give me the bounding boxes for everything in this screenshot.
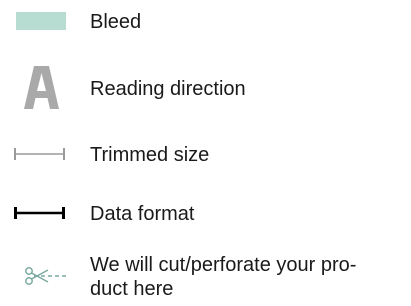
data-format-line-icon — [14, 205, 70, 221]
letter-a-icon — [14, 64, 70, 110]
trimmed-size-line-icon — [14, 146, 70, 162]
bleed-swatch-icon — [14, 12, 70, 30]
legend-item-trimmed-size: Trimmed size — [0, 136, 411, 176]
legend-item-cut-perforate: We will cut/perforate your pro- duct her… — [0, 248, 411, 306]
legend: Bleed Reading direction Trimmed size Dat… — [0, 0, 411, 306]
legend-label-cut-perforate-text: We will cut/perforate your pro- duct her… — [90, 254, 357, 300]
legend-item-data-format: Data format — [0, 196, 411, 236]
legend-item-bleed: Bleed — [0, 0, 411, 50]
legend-item-reading-direction: Reading direction — [0, 56, 411, 116]
legend-label-bleed: Bleed — [90, 11, 142, 33]
legend-label-reading-direction: Reading direction — [90, 78, 246, 100]
legend-label-trimmed-size: Trimmed size — [90, 144, 210, 166]
legend-label-data-format: Data format — [90, 203, 195, 225]
scissors-dashed-line-icon — [14, 262, 70, 290]
bleed-swatch — [16, 12, 66, 30]
legend-label-cut-perforate: We will cut/perforate your pro- duct her… — [90, 253, 395, 301]
